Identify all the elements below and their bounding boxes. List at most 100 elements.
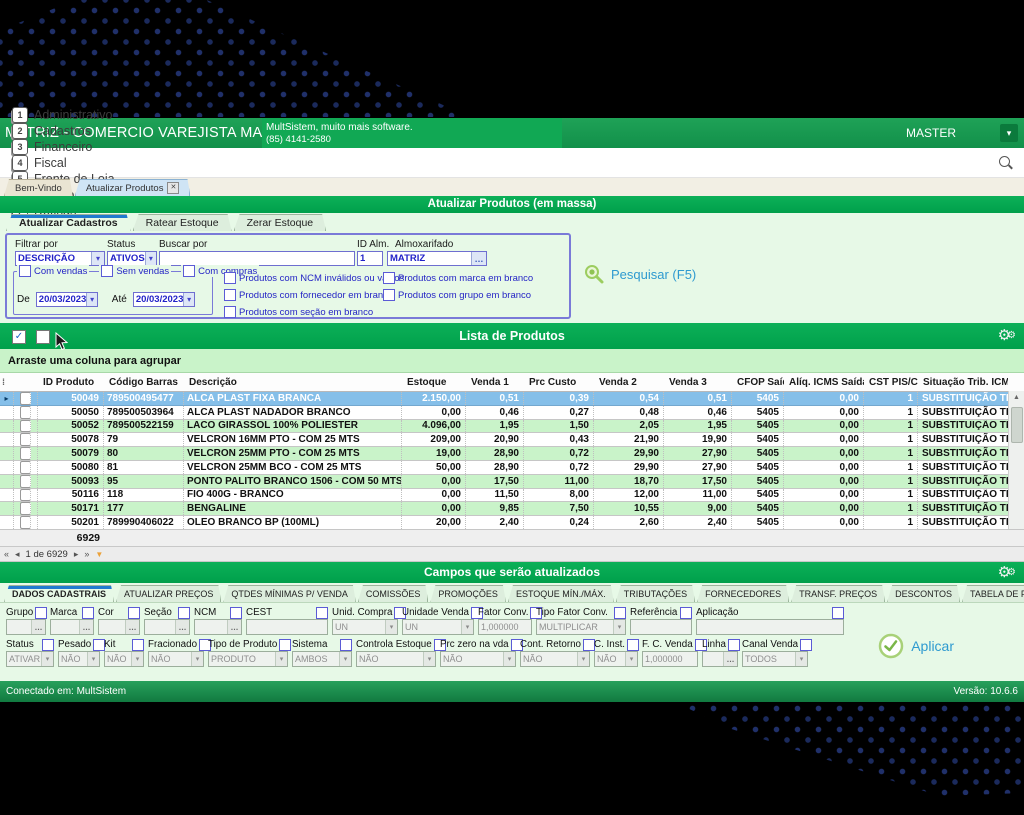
filter-checkbox[interactable]: Produtos com grupo em branco <box>383 289 533 301</box>
vertical-scrollbar[interactable]: ▲ <box>1008 391 1024 529</box>
row-select-cell[interactable] <box>14 433 38 446</box>
update-tab[interactable]: TABELA DE PREÇOS <box>962 585 1024 602</box>
field-control-suffix-icon[interactable] <box>461 620 473 634</box>
field-control[interactable]: 1,000000 <box>478 619 532 635</box>
sub-tab[interactable]: Ratear Estoque <box>133 214 232 231</box>
field-control[interactable]: UN <box>402 619 474 635</box>
field-control[interactable]: TODOS <box>742 651 808 667</box>
table-row[interactable]: 50052 789500522159 LACO GIRASSOL 100% PO… <box>0 420 1024 434</box>
logged-user[interactable]: MASTER <box>906 118 956 148</box>
field-control[interactable]: NÃO <box>148 651 204 667</box>
field-enable-checkbox[interactable] <box>800 639 812 651</box>
field-enable-checkbox[interactable] <box>614 607 626 619</box>
id-almoxarifado-input[interactable]: 1 <box>357 251 383 266</box>
field-control-suffix-icon[interactable] <box>423 652 435 666</box>
filter-checkbox[interactable]: Com vendas <box>17 265 89 277</box>
field-control-suffix-icon[interactable] <box>227 620 241 634</box>
update-tab[interactable]: QTDES MÍNIMAS P/ VENDA <box>223 585 356 602</box>
column-header[interactable]: CST PIS/Cof <box>864 377 918 388</box>
row-checkbox[interactable] <box>20 433 31 446</box>
table-row[interactable]: 50116 118 FIO 400G - BRANCO 0,00 11,50 8… <box>0 489 1024 503</box>
field-control-suffix-icon[interactable] <box>131 652 143 666</box>
row-checkbox[interactable] <box>20 406 31 419</box>
table-row[interactable]: 50050 789500503964 ALCA PLAST NADADOR BR… <box>0 406 1024 420</box>
status-select[interactable]: ATIVOS ▾ <box>107 251 157 266</box>
field-enable-checkbox[interactable] <box>340 639 352 651</box>
scrollbar-thumb[interactable] <box>1011 407 1023 443</box>
column-header[interactable]: Situação Trib. ICMS <box>918 377 1008 388</box>
row-select-cell[interactable] <box>14 461 38 474</box>
field-enable-checkbox[interactable] <box>279 639 291 651</box>
menu-item[interactable]: 2 Cadastros <box>12 123 141 139</box>
table-row[interactable]: 50080 81 VELCRON 25MM BCO - COM 25 MTS 5… <box>0 461 1024 475</box>
date-to-select[interactable]: 20/03/2023 ▾ <box>133 292 195 307</box>
field-control-suffix-icon[interactable] <box>503 652 515 666</box>
row-select-cell[interactable] <box>14 406 38 419</box>
document-tab[interactable]: Bem-Vindo ✕ <box>4 179 73 196</box>
field-enable-checkbox[interactable] <box>627 639 639 651</box>
column-header[interactable]: Venda 2 <box>594 377 664 388</box>
table-row[interactable]: 50079 80 VELCRON 25MM PTO - COM 25 MTS 1… <box>0 447 1024 461</box>
sub-tab[interactable]: Zerar Estoque <box>234 214 327 231</box>
checkbox-icon[interactable] <box>383 272 395 284</box>
column-header[interactable]: Venda 1 <box>466 377 524 388</box>
row-checkbox[interactable] <box>20 502 31 515</box>
menu-item[interactable]: 3 Financeiro <box>12 139 141 155</box>
update-tab[interactable]: ESTOQUE MÍN./MÁX. <box>508 585 614 602</box>
row-select-cell[interactable] <box>14 475 38 488</box>
filter-checkbox[interactable]: Produtos com marca em branco <box>383 272 533 284</box>
field-control[interactable]: NÃO <box>356 651 436 667</box>
table-row[interactable]: 50201 789990406022 OLEO BRANCO BP (100ML… <box>0 516 1024 530</box>
field-control-suffix-icon[interactable] <box>795 652 807 666</box>
field-control-suffix-icon[interactable] <box>613 620 625 634</box>
checkbox-icon[interactable] <box>19 265 31 277</box>
select-none-checkbox[interactable] <box>36 330 50 344</box>
update-tab[interactable]: TRANSF. PREÇOS <box>791 585 885 602</box>
row-select-cell[interactable] <box>14 502 38 515</box>
search-f5-button[interactable]: Pesquisar (F5) <box>583 263 696 285</box>
field-control-suffix-icon[interactable] <box>41 652 53 666</box>
column-header[interactable]: Venda 3 <box>664 377 732 388</box>
row-checkbox[interactable] <box>20 489 31 502</box>
update-tab[interactable]: DADOS CADASTRAIS <box>4 585 114 602</box>
field-control-suffix-icon[interactable] <box>339 652 351 666</box>
field-enable-checkbox[interactable] <box>132 639 144 651</box>
row-checkbox[interactable] <box>20 420 31 433</box>
checkbox-icon[interactable] <box>224 272 236 284</box>
almoxarifado-input[interactable]: MATRIZ … <box>387 251 487 266</box>
filter-checkbox[interactable]: Produtos com fornecedor em branco <box>224 289 404 301</box>
checkbox-icon[interactable] <box>183 265 195 277</box>
field-control[interactable] <box>98 619 140 635</box>
field-control[interactable] <box>6 619 46 635</box>
filter-checkbox[interactable]: Produtos com NCM inválidos ou vazios <box>224 272 404 284</box>
field-control[interactable]: ATIVAR <box>6 651 54 667</box>
first-page-icon[interactable]: « <box>4 549 9 559</box>
field-control[interactable] <box>194 619 242 635</box>
table-row[interactable]: 50049 789500495477 ALCA PLAST FIXA BRANC… <box>0 392 1024 406</box>
date-from-select[interactable]: 20/03/2023 ▾ <box>36 292 98 307</box>
field-enable-checkbox[interactable] <box>35 607 47 619</box>
field-enable-checkbox[interactable] <box>178 607 190 619</box>
field-enable-checkbox[interactable] <box>728 639 740 651</box>
next-page-icon[interactable]: ▸ <box>74 549 79 560</box>
column-header[interactable]: CFOP Saída <box>732 377 784 388</box>
checkbox-icon[interactable] <box>224 306 236 318</box>
field-control[interactable] <box>144 619 190 635</box>
field-control-suffix-icon[interactable] <box>723 652 737 666</box>
update-tab[interactable]: ATUALIZAR PREÇOS <box>116 585 221 602</box>
sub-tab[interactable]: Atualizar Cadastros <box>6 214 131 231</box>
field-control[interactable]: NÃO <box>594 651 638 667</box>
filter-funnel-icon[interactable]: ▼ <box>95 550 103 559</box>
update-tab[interactable]: COMISSÕES <box>358 585 429 602</box>
filter-checkbox[interactable]: Produtos com seção em branco <box>224 306 404 318</box>
field-enable-checkbox[interactable] <box>128 607 140 619</box>
field-control-suffix-icon[interactable] <box>191 652 203 666</box>
field-control[interactable] <box>696 619 844 635</box>
field-control[interactable]: MULTIPLICAR <box>536 619 626 635</box>
field-control-suffix-icon[interactable] <box>275 652 287 666</box>
search-icon[interactable] <box>999 156 1010 167</box>
prev-page-icon[interactable]: ◂ <box>15 549 20 560</box>
field-control[interactable]: NÃO <box>440 651 516 667</box>
field-enable-checkbox[interactable] <box>680 607 692 619</box>
field-control-suffix-icon[interactable] <box>385 620 397 634</box>
